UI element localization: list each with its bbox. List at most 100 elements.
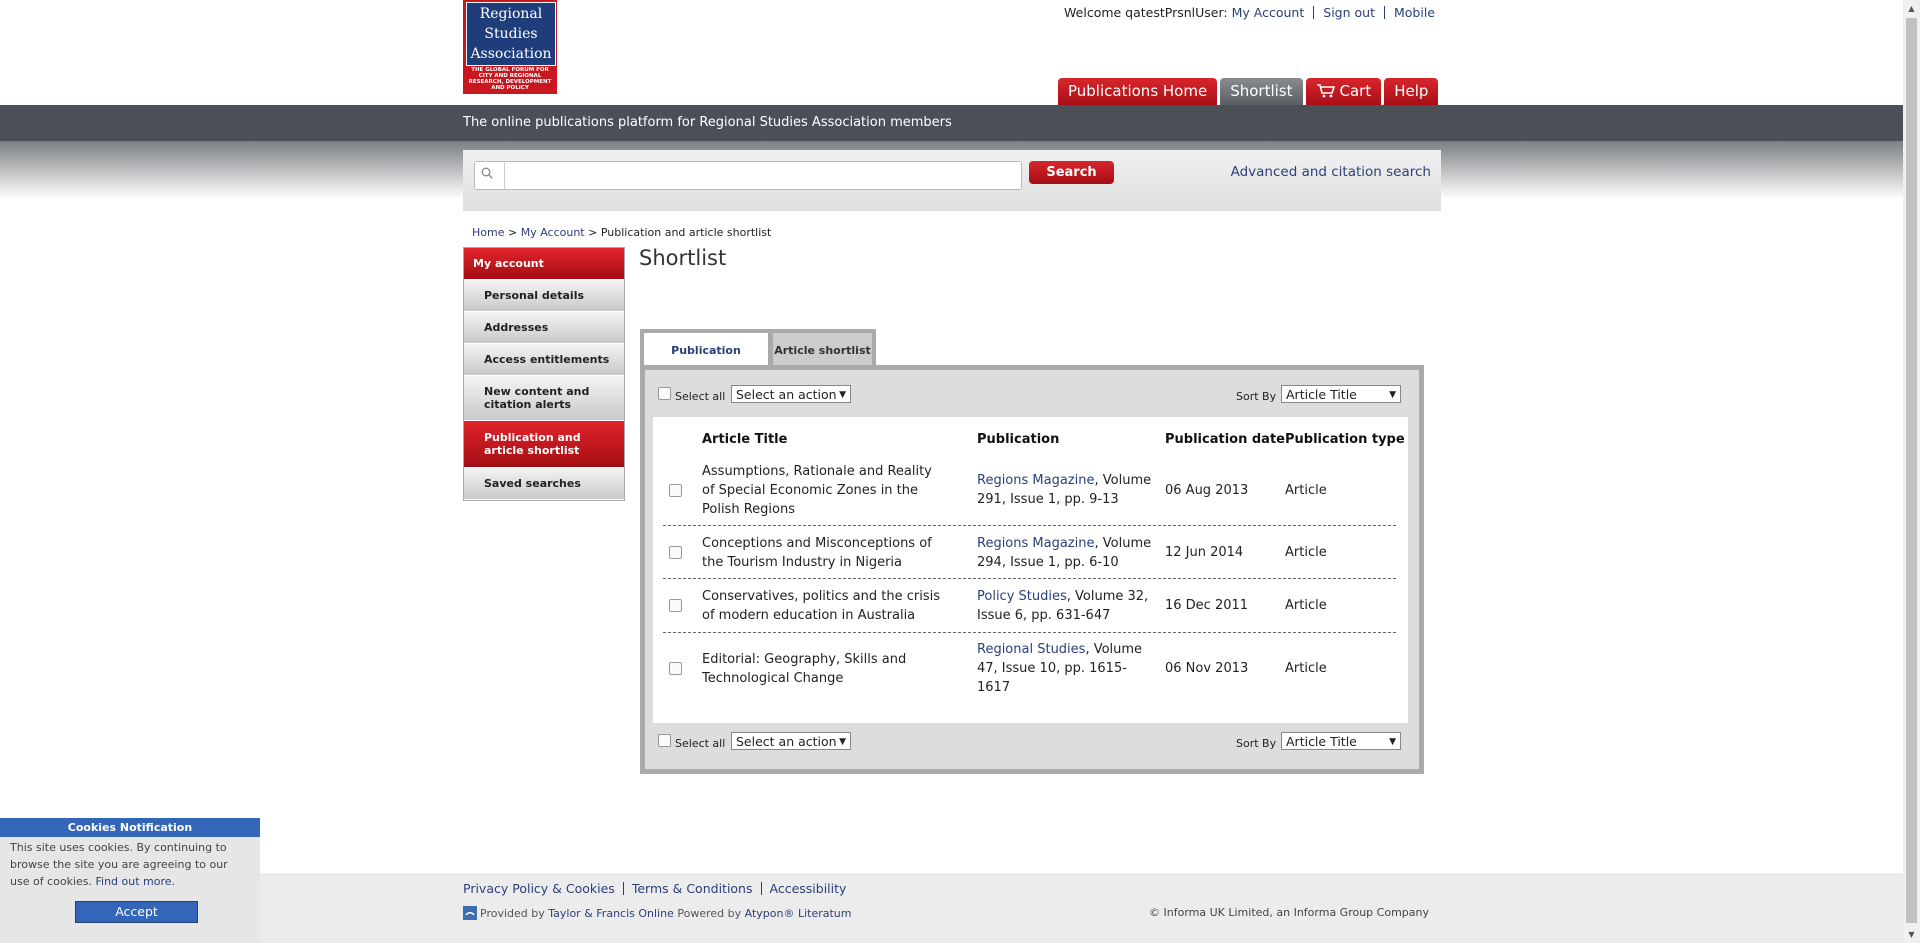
my-account-link[interactable]: My Account xyxy=(1232,5,1305,20)
cookie-text: This site uses cookies. By continuing to… xyxy=(0,837,260,892)
mobile-link[interactable]: Mobile xyxy=(1394,5,1435,20)
sort-select-top[interactable]: Article Title ▼ xyxy=(1281,385,1401,403)
sort-by-label-bottom: Sort By xyxy=(1236,737,1277,750)
rsa-logo[interactable]: Regional Studies Association THE GLOBAL … xyxy=(463,0,557,94)
row-checkbox[interactable] xyxy=(669,484,682,497)
row-checkbox[interactable] xyxy=(669,662,682,675)
footer-links: Privacy Policy & Cookies Terms & Conditio… xyxy=(463,881,846,896)
sidebar-item-addresses[interactable]: Addresses xyxy=(464,312,624,344)
publication-link[interactable]: Regions Magazine xyxy=(977,536,1094,551)
action-select-value: Select an action xyxy=(736,387,837,402)
header-strip: The online publications platform for Reg… xyxy=(0,105,1903,141)
breadcrumb-sep: > xyxy=(507,226,518,239)
sort-by-label-top: Sort By xyxy=(1236,390,1277,403)
nav-cart[interactable]: Cart xyxy=(1305,78,1382,105)
footer xyxy=(0,873,1903,943)
dropdown-arrow-icon: ▼ xyxy=(1389,737,1396,747)
advanced-search-link[interactable]: Advanced and citation search xyxy=(1231,164,1431,180)
logo-line-2: Studies xyxy=(484,26,538,42)
accessibility-link[interactable]: Accessibility xyxy=(770,881,847,896)
action-select-bottom[interactable]: Select an action ▼ xyxy=(731,732,851,750)
tab-publication-shortlist[interactable]: Publication shortlist xyxy=(640,329,772,393)
publication-date: 06 Nov 2013 xyxy=(1165,661,1249,676)
separator xyxy=(1313,6,1315,19)
cookie-find-out-more-link[interactable]: Find out more. xyxy=(96,875,176,888)
breadcrumb-my-account[interactable]: My Account xyxy=(521,226,585,239)
cart-label: Cart xyxy=(1339,82,1372,100)
tab-article-shortlist[interactable]: Article shortlist xyxy=(769,329,876,369)
search-icon xyxy=(481,167,493,179)
cart-icon xyxy=(1316,84,1335,98)
sign-out-link[interactable]: Sign out xyxy=(1323,5,1375,20)
breadcrumb-home[interactable]: Home xyxy=(472,226,504,239)
dropdown-arrow-icon: ▼ xyxy=(839,737,846,747)
user-bar: Welcome qatestPrsnlUser: My Account Sign … xyxy=(1064,5,1435,20)
cookie-title: Cookies Notification xyxy=(0,818,260,837)
vertical-scrollbar[interactable]: ▲ ▼ xyxy=(1903,0,1920,943)
select-all-checkbox-top[interactable] xyxy=(658,387,671,400)
publication-date: 06 Aug 2013 xyxy=(1165,483,1249,498)
column-header-publication-date: Publication date xyxy=(1165,432,1285,447)
scrollbar-thumb[interactable] xyxy=(1906,18,1917,923)
search-button[interactable]: Search xyxy=(1029,161,1114,184)
publication-date: 16 Dec 2011 xyxy=(1165,598,1249,613)
scroll-down-icon[interactable]: ▼ xyxy=(1903,926,1920,943)
strapline: The online publications platform for Reg… xyxy=(463,115,952,130)
publication-link[interactable]: Regional Studies xyxy=(977,642,1085,657)
publication-cell: Regional Studies, Volume 47, Issue 10, p… xyxy=(977,640,1152,697)
article-title-link[interactable]: Conservatives, politics and the crisis o… xyxy=(702,587,942,625)
row-checkbox[interactable] xyxy=(669,599,682,612)
logo-wordmark: Regional Studies Association xyxy=(466,2,556,66)
publication-cell: Regions Magazine, Volume 294, Issue 1, p… xyxy=(977,534,1157,572)
select-all-label-bottom: Select all xyxy=(675,737,726,750)
sidebar-item-shortlist[interactable]: Publication and article shortlist xyxy=(464,421,624,468)
privacy-policy-link[interactable]: Privacy Policy & Cookies xyxy=(463,881,615,896)
select-all-checkbox-bottom[interactable] xyxy=(658,734,671,747)
dropdown-arrow-icon: ▼ xyxy=(1389,390,1396,400)
nav-shortlist[interactable]: Shortlist xyxy=(1220,78,1303,105)
page-title: Shortlist xyxy=(639,246,727,270)
sort-select-value: Article Title xyxy=(1286,387,1357,402)
separator xyxy=(622,882,624,895)
terms-link[interactable]: Terms & Conditions xyxy=(632,881,753,896)
article-title-link[interactable]: Editorial: Geography, Skills and Technol… xyxy=(702,650,922,688)
publication-link[interactable]: Policy Studies xyxy=(977,589,1067,604)
account-sidebar: My account Personal details Addresses Ac… xyxy=(463,247,625,501)
tandf-link[interactable]: Taylor & Francis Online xyxy=(548,907,674,920)
cookie-accept-button[interactable]: Accept xyxy=(75,901,198,923)
row-divider xyxy=(663,525,1396,526)
provider-credit: Provided by Taylor & Francis Online Powe… xyxy=(463,906,852,920)
nav-publications-home[interactable]: Publications Home xyxy=(1058,78,1218,105)
sidebar-item-access-entitlements[interactable]: Access entitlements xyxy=(464,344,624,376)
publication-link[interactable]: Regions Magazine xyxy=(977,473,1094,488)
article-title-link[interactable]: Conceptions and Misconceptions of the To… xyxy=(702,534,932,572)
sidebar-item-personal-details[interactable]: Personal details xyxy=(464,280,624,312)
publication-type: Article xyxy=(1285,661,1327,676)
publication-type: Article xyxy=(1285,545,1327,560)
logo-tagline: THE GLOBAL FORUM FOR CITY AND REGIONAL R… xyxy=(468,67,552,91)
sidebar-item-saved-searches[interactable]: Saved searches xyxy=(464,468,624,500)
publication-type: Article xyxy=(1285,598,1327,613)
column-header-publication: Publication xyxy=(977,432,1060,447)
nav-help[interactable]: Help xyxy=(1384,78,1439,105)
sidebar-item-alerts[interactable]: New content and citation alerts xyxy=(464,376,624,421)
separator xyxy=(760,882,762,895)
row-checkbox[interactable] xyxy=(669,546,682,559)
column-header-publication-type: Publication type xyxy=(1285,432,1405,447)
copyright: © Informa UK Limited, an Informa Group C… xyxy=(1149,906,1429,919)
tandf-logo-icon xyxy=(463,906,477,920)
main-nav: Publications Home Shortlist Cart Help xyxy=(1058,78,1439,105)
scroll-up-icon[interactable]: ▲ xyxy=(1903,0,1920,17)
search-input[interactable] xyxy=(474,161,1022,190)
dropdown-arrow-icon: ▼ xyxy=(839,390,846,400)
action-select-value: Select an action xyxy=(736,734,837,749)
action-select-top[interactable]: Select an action ▼ xyxy=(731,385,851,403)
article-title-link[interactable]: Assumptions, Rationale and Reality of Sp… xyxy=(702,462,932,519)
row-divider xyxy=(663,632,1396,633)
select-all-label-top: Select all xyxy=(675,390,726,403)
sidebar-heading-my-account[interactable]: My account xyxy=(464,248,624,280)
atypon-link[interactable]: Atypon® Literatum xyxy=(745,907,852,920)
sort-select-bottom[interactable]: Article Title ▼ xyxy=(1281,732,1401,750)
publication-cell: Regions Magazine, Volume 291, Issue 1, p… xyxy=(977,471,1157,509)
logo-line-1: Regional xyxy=(479,6,543,22)
